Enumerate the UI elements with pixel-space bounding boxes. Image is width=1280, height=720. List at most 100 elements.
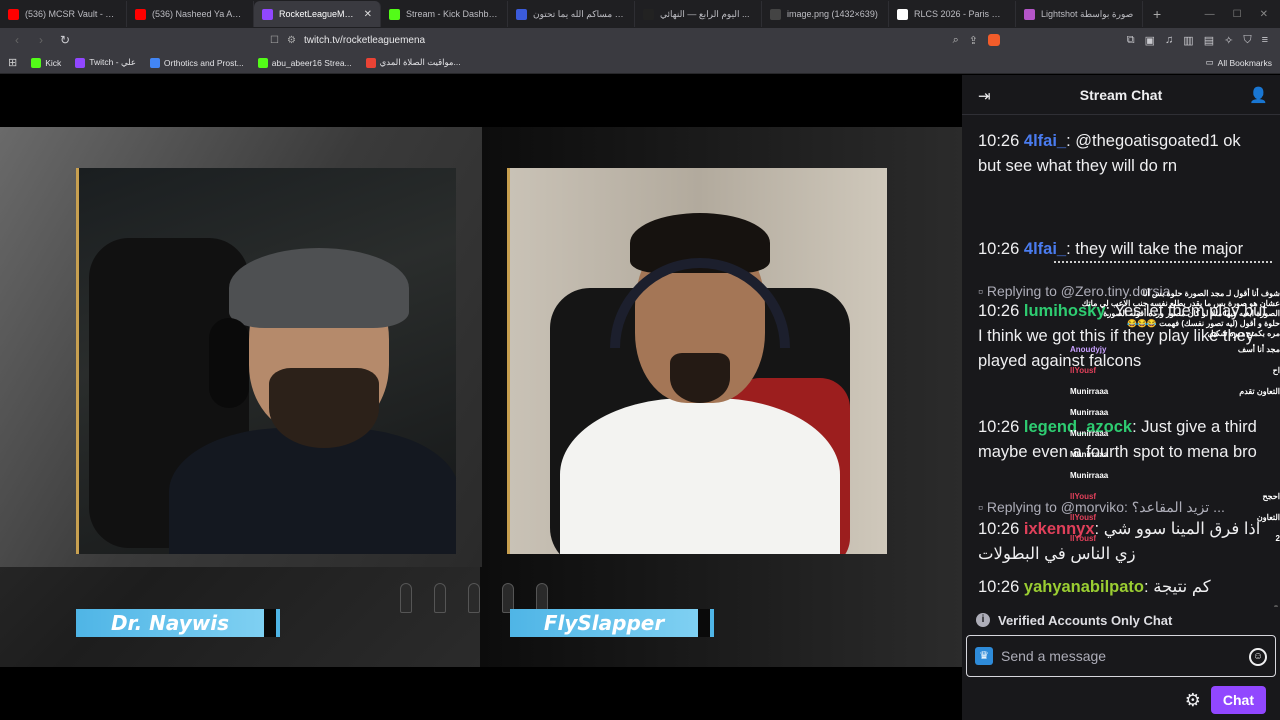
person-cap	[229, 248, 409, 328]
overlay-username: llYousf	[1070, 492, 1097, 501]
overlay-username: Munirraaa	[1070, 408, 1109, 417]
overlay-snippet: التعاون تقدم	[1239, 387, 1280, 396]
overlay-entry: llYousf التعاون	[1048, 507, 1280, 528]
tab-favicon-icon	[643, 8, 654, 20]
tab-favicon-icon	[516, 8, 527, 20]
message-timestamp: 10:26	[978, 302, 1020, 320]
collapse-chat-icon[interactable]: ⇥	[978, 87, 991, 105]
brave-shields-icon[interactable]	[988, 33, 1000, 46]
bookmark-page-icon[interactable]: ☐	[270, 35, 279, 46]
mic	[468, 583, 480, 613]
url-bar[interactable]: ☐ ⚙ twitch.tv/rocketleaguemena ⌕ ⇪	[270, 30, 1000, 50]
tab-favicon-icon	[8, 8, 19, 20]
mic	[434, 583, 446, 613]
extension-icon[interactable]: ⧉	[1127, 34, 1135, 47]
browser-tab[interactable]: Stream - Kick Dashboard	[381, 1, 508, 27]
reply-icon: ▫	[978, 499, 987, 515]
overlay-entry: Munirraaa	[1048, 423, 1280, 444]
browser-tab[interactable]: image.png (1432×639)	[762, 1, 889, 27]
info-icon: i	[976, 613, 990, 627]
emote-picker-icon[interactable]: ☺	[1249, 648, 1267, 666]
overlay-entry: llYousf احجح	[1048, 486, 1280, 507]
new-tab-icon[interactable]: +	[1143, 6, 1171, 22]
overlay-line: مره بكمنج دبره شكيل	[1207, 329, 1280, 338]
tab-strip: (536) MCSR Vault - YouTube (536) Nasheed …	[0, 0, 1280, 28]
chat-input-box[interactable]: ♛ ☺	[966, 635, 1276, 677]
menu-icon[interactable]: ≡	[1262, 34, 1268, 47]
toolbar-extensions: ⧉ ▣ ♫ ▥ ▤ ✧ ⛉ ≡	[1127, 34, 1272, 47]
bookmark-item[interactable]: abu_abeer16 Strea...	[257, 57, 352, 68]
browser-tab[interactable]: Lightshot صورة بواسطة	[1016, 1, 1143, 27]
chat-scrollbar[interactable]	[1274, 605, 1278, 607]
message-username[interactable]: yahyanabilpato	[1024, 578, 1144, 596]
browser-tab[interactable]: RocketLeagueMENA ✕	[254, 1, 381, 27]
bookmark-favicon-icon	[257, 57, 268, 68]
maximize-icon[interactable]: ☐	[1233, 9, 1242, 20]
leo-icon[interactable]: ✧	[1224, 34, 1233, 47]
browser-tab[interactable]: مساكم الله يما تحتون - ...	[508, 1, 635, 27]
chat-send-button[interactable]: Chat	[1210, 686, 1266, 714]
chat-messages: 10:26 4lfai_: @thegoatisgoated1 ok but s…	[962, 115, 1280, 607]
share-icon[interactable]: ⇪	[969, 34, 978, 47]
video-player[interactable]: Dr. Naywis FlySlapper	[0, 75, 962, 720]
chat-message: 10:26 4lfai_: they will take the major	[978, 237, 1268, 262]
bookmark-item[interactable]: مواقيت الصلاة المدي...	[365, 57, 461, 68]
mic	[400, 583, 412, 613]
verified-label: Verified Accounts Only Chat	[998, 612, 1173, 628]
back-icon[interactable]: ‹	[8, 33, 26, 47]
message-username[interactable]: 4lfai_	[1024, 132, 1066, 150]
tab-label: (536) Nasheed Ya Adheem	[152, 9, 245, 19]
wallet-icon[interactable]: ▤	[1204, 34, 1214, 47]
message-timestamp: 10:26	[978, 520, 1020, 538]
bookmark-favicon-icon	[75, 57, 86, 68]
reply-icon: ▫	[978, 283, 987, 299]
forward-icon[interactable]: ›	[32, 33, 50, 47]
chat-input[interactable]	[1001, 648, 1231, 664]
overlay-entry: Munirraaa	[1048, 444, 1280, 465]
headphones	[610, 258, 790, 348]
crown-badge-icon[interactable]: ♛	[975, 647, 993, 665]
browser-tab[interactable]: (536) Nasheed Ya Adheem	[127, 1, 254, 27]
close-window-icon[interactable]: ✕	[1260, 9, 1268, 20]
tab-label: image.png (1432×639)	[787, 9, 878, 19]
bookmark-favicon-icon	[31, 57, 42, 68]
bookmark-item[interactable]: Kick	[31, 57, 62, 68]
vpn-icon[interactable]: ⛉	[1243, 34, 1251, 47]
overlay-username: Munirraaa	[1070, 387, 1109, 396]
overlay-username: llYousf	[1070, 366, 1097, 375]
message-text: : they will take the major	[1066, 240, 1244, 258]
apps-icon[interactable]: ⊞	[8, 56, 17, 69]
site-settings-icon[interactable]: ⚙	[287, 35, 296, 46]
overlay-entry: llYousf اح	[1048, 360, 1280, 381]
reload-icon[interactable]: ↻	[56, 33, 74, 47]
stream-overlay-chat: شوف أنا أقول لـ مجد الصورة حلوة بس أنا عش…	[1048, 289, 1280, 549]
zoom-icon[interactable]: ⌕	[953, 34, 959, 47]
overlay-entry: Anoudyjy مجد أنا أسف	[1048, 339, 1280, 360]
tab-favicon-icon	[262, 8, 273, 20]
tab-label: Stream - Kick Dashboard	[406, 9, 499, 19]
screenshot-icon[interactable]: ▣	[1145, 34, 1155, 47]
browser-tab[interactable]: اليوم الرابع — النهائي ...	[635, 1, 762, 27]
minimize-icon[interactable]: —	[1205, 9, 1215, 20]
community-icon[interactable]: 👤	[1249, 86, 1268, 104]
all-bookmarks-button[interactable]: ▭ All Bookmarks	[1206, 57, 1272, 68]
nameplate-accent	[264, 609, 276, 637]
bookmark-item[interactable]: Orthotics and Prost...	[149, 57, 244, 68]
overlay-username: Anoudyjy	[1070, 345, 1107, 354]
tab-label: (536) MCSR Vault - YouTube	[25, 9, 118, 19]
bookmarks-bar: ⊞ Kick Twitch - علي Orthotics and Prost...…	[0, 52, 1280, 74]
sidebar-icon[interactable]: ▥	[1183, 34, 1193, 47]
message-username[interactable]: 4lfai_	[1024, 240, 1066, 258]
browser-tab[interactable]: (536) MCSR Vault - YouTube	[0, 1, 127, 27]
chat-footer: ⚙ Chat	[962, 681, 1280, 719]
bookmark-item[interactable]: Twitch - علي	[75, 57, 136, 68]
overlay-entry: Munirraaa	[1048, 402, 1280, 423]
url-text[interactable]: twitch.tv/rocketleaguemena	[304, 35, 425, 46]
bookmark-label: Kick	[45, 57, 62, 68]
overlay-entry: llYousf 2	[1048, 528, 1280, 549]
browser-tab[interactable]: RLCS 2026 - Paris Major R...	[889, 1, 1016, 27]
media-icon[interactable]: ♫	[1165, 34, 1173, 47]
settings-gear-icon[interactable]: ⚙	[1185, 690, 1201, 711]
person-beard	[269, 368, 379, 448]
tab-close-icon[interactable]: ✕	[364, 9, 372, 20]
